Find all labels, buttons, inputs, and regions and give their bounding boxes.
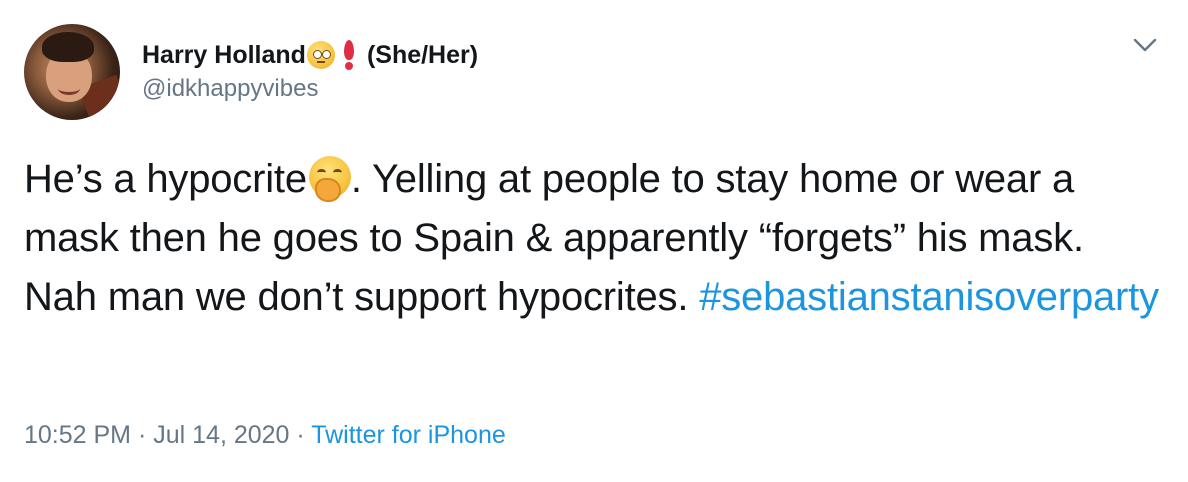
tweet-text-start: He’s a hypocrite [24, 157, 307, 201]
hashtag-link[interactable]: #sebastianstanisoverparty [699, 275, 1159, 319]
rolling-eyes-emoji-icon [306, 41, 335, 69]
author-display-name[interactable]: Harry Holland (She/Her) [142, 39, 478, 71]
tweet-meta: 10:52 PM · Jul 14, 2020 · Twitter for iP… [24, 418, 506, 452]
author-pronouns: (She/Her) [366, 41, 479, 69]
tweet-card: Harry Holland (She/Her) @idkhappyvibes H… [0, 0, 1188, 482]
author-name-text: Harry Holland [142, 41, 306, 69]
meta-separator: · [289, 421, 312, 449]
yawning-face-emoji-icon [308, 156, 351, 202]
tweet-time[interactable]: 10:52 PM [24, 421, 131, 449]
avatar-hair [42, 32, 94, 62]
chevron-down-icon[interactable] [1132, 36, 1158, 54]
tweet-text: He’s a hypocrite. Yelling at people to s… [24, 150, 1164, 327]
avatar-smile [58, 82, 80, 95]
tweet-source-link[interactable]: Twitter for iPhone [311, 421, 506, 449]
meta-separator: · [131, 421, 154, 449]
author-names: Harry Holland (She/Her) @idkhappyvibes [142, 39, 478, 105]
tweet-header: Harry Holland (She/Her) @idkhappyvibes [24, 24, 478, 120]
avatar[interactable] [24, 24, 120, 120]
author-handle[interactable]: @idkhappyvibes [142, 73, 478, 105]
heart-exclamation-emoji-icon [341, 40, 357, 70]
tweet-date[interactable]: Jul 14, 2020 [153, 421, 289, 449]
